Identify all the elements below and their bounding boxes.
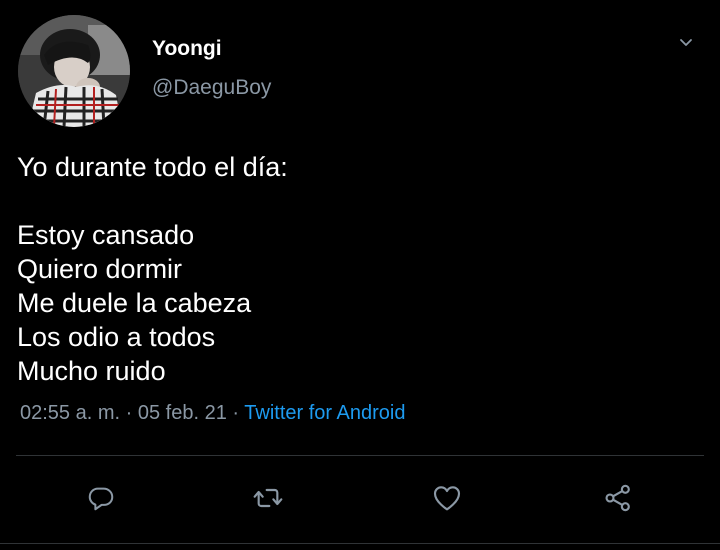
divider: [16, 455, 704, 456]
reply-icon: [88, 487, 114, 511]
meta-separator: ·: [125, 402, 133, 424]
tweet-line: Estoy cansado: [17, 220, 195, 250]
like-button[interactable]: [427, 478, 467, 518]
reply-button[interactable]: [81, 478, 121, 518]
meta-separator: ·: [232, 402, 240, 424]
tweet-line: Quiero dormir: [17, 254, 183, 284]
tweet-line: Mucho ruido: [17, 356, 166, 386]
avatar[interactable]: [18, 15, 130, 127]
tweet-source-link[interactable]: Twitter for Android: [244, 402, 405, 424]
tweet-line: Los odio a todos: [17, 322, 216, 352]
display-name[interactable]: Yoongi: [152, 36, 222, 62]
tweet: Yoongi @DaeguBoy Yo durante todo el día:…: [0, 0, 720, 550]
heart-icon: [433, 486, 461, 511]
tweet-line: Yo durante todo el día:: [17, 152, 288, 182]
tweet-text: Yo durante todo el día: Estoy cansado Qu…: [17, 150, 697, 388]
tweet-time[interactable]: 02:55 a. m.: [20, 402, 120, 424]
share-button[interactable]: [598, 478, 638, 518]
avatar-photo: [18, 15, 130, 127]
retweet-button[interactable]: [248, 478, 288, 518]
action-bar: [0, 478, 720, 518]
share-icon: [605, 484, 630, 512]
tweet-date[interactable]: 05 feb. 21: [138, 402, 227, 424]
retweet-icon: [253, 488, 283, 508]
user-handle[interactable]: @DaeguBoy: [152, 75, 271, 101]
tweet-meta: 02:55 a. m. · 05 feb. 21 · Twitter for A…: [20, 400, 405, 426]
bottom-divider: [0, 543, 720, 544]
tweet-line: Me duele la cabeza: [17, 288, 252, 318]
chevron-down-icon[interactable]: [674, 30, 698, 54]
